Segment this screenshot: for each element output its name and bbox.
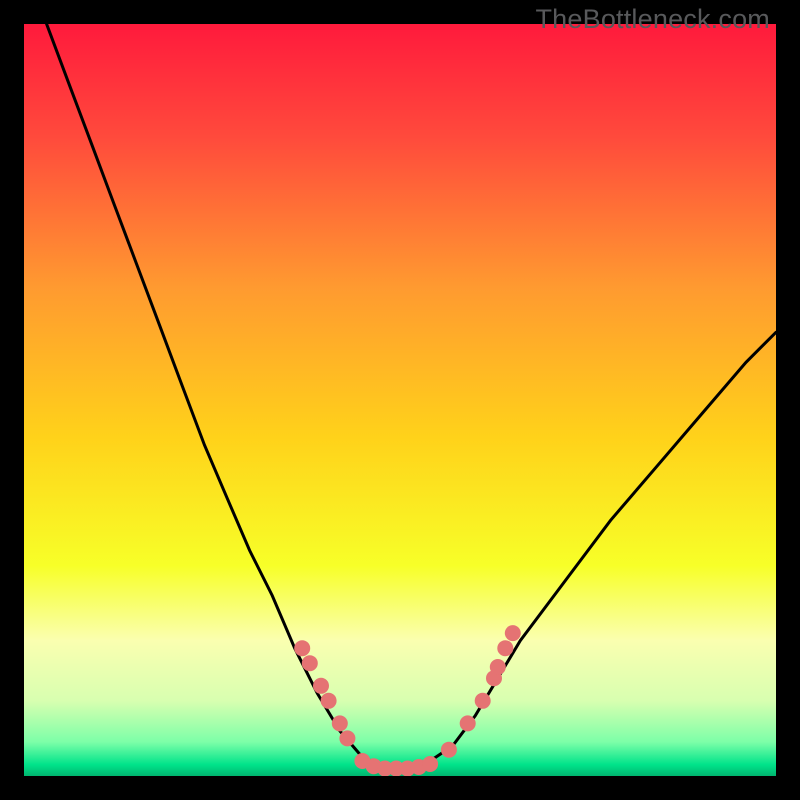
curve-marker — [497, 640, 513, 656]
chart-svg — [24, 24, 776, 776]
curve-marker — [294, 640, 310, 656]
curve-marker — [321, 693, 337, 709]
chart-frame: TheBottleneck.com — [0, 0, 800, 800]
gradient-background — [24, 24, 776, 776]
curve-marker — [302, 655, 318, 671]
plot-area — [24, 24, 776, 776]
curve-marker — [490, 659, 506, 675]
curve-marker — [313, 678, 329, 694]
curve-marker — [422, 756, 438, 772]
curve-marker — [339, 730, 355, 746]
curve-marker — [441, 742, 457, 758]
curve-marker — [475, 693, 491, 709]
curve-marker — [505, 625, 521, 641]
curve-marker — [460, 715, 476, 731]
curve-marker — [332, 715, 348, 731]
watermark-text: TheBottleneck.com — [535, 4, 770, 35]
